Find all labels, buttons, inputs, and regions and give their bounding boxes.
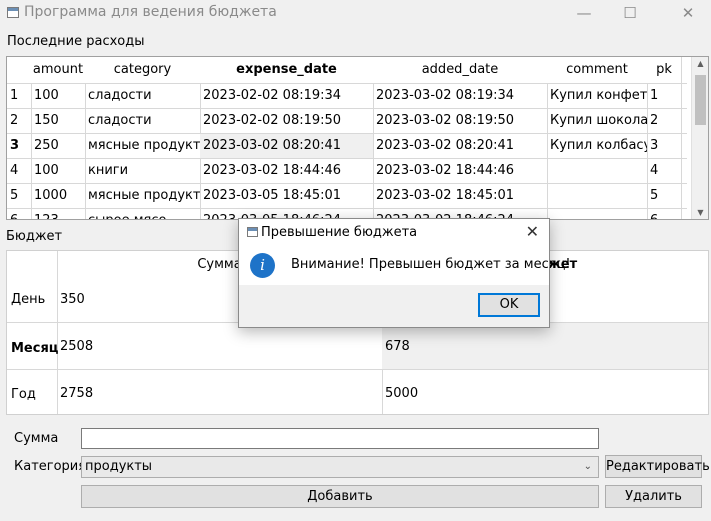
cell-expense-date[interactable]: 2023-03-02 18:44:46 — [200, 159, 373, 183]
row-label-day: День — [11, 292, 46, 307]
cell-pk[interactable]: 1 — [647, 84, 681, 108]
row-number: 2 — [10, 113, 19, 128]
cell-category[interactable]: мясные продукты — [85, 184, 200, 208]
row-number: 5 — [10, 188, 19, 203]
chevron-down-icon: ⌄ — [583, 461, 592, 472]
scroll-thumb[interactable] — [695, 75, 706, 125]
header-comment[interactable]: comment — [547, 57, 647, 83]
budget-exceeded-dialog[interactable]: Превышение бюджета ✕ i Внимание! Превыше… — [238, 218, 571, 328]
table-row[interactable]: 1 100 сладости 2023-02-02 08:19:34 2023-… — [7, 83, 687, 108]
category-label: Категория — [14, 459, 87, 474]
cell-expense-date[interactable]: 2023-03-05 18:45:01 — [200, 184, 373, 208]
expenses-label: Последние расходы — [7, 34, 145, 49]
cell-comment[interactable]: Купил колбасу — [547, 134, 647, 158]
table-row[interactable]: 5 1000 мясные продукты 2023-03-05 18:45:… — [7, 183, 687, 208]
cell-pk[interactable]: 4 — [647, 159, 681, 183]
cell-category[interactable]: сладости — [85, 84, 200, 108]
cell-comment[interactable] — [547, 159, 647, 183]
row-number: 1 — [10, 88, 19, 103]
cell-added-date[interactable]: 2023-03-02 08:19:50 — [373, 109, 547, 133]
sum-label: Сумма — [14, 431, 59, 446]
cell-added-date[interactable]: 2023-03-02 08:19:34 — [373, 84, 547, 108]
cell-category[interactable]: мясные продукты — [85, 134, 200, 158]
cell-amount[interactable]: 150 — [31, 109, 85, 133]
selected-cell-background — [382, 323, 708, 369]
row-number: 6 — [7, 209, 31, 219]
cell-added-date[interactable]: 2023-03-02 08:20:41 — [373, 134, 547, 158]
header-category[interactable]: category — [85, 57, 200, 83]
cell-pk[interactable]: 2 — [647, 109, 681, 133]
cell-pk[interactable]: 6 — [647, 209, 681, 219]
edit-button[interactable]: Редактировать — [605, 455, 710, 478]
row-number: 4 — [10, 163, 19, 178]
header-added-date[interactable]: added_date — [373, 57, 547, 83]
cell-amount[interactable]: 250 — [31, 134, 85, 158]
budget-row-month[interactable]: Месяц 2508 678 — [7, 322, 708, 369]
vertical-scrollbar[interactable]: ▲ ▼ — [691, 57, 708, 219]
category-value: продукты — [85, 459, 153, 474]
cell-month-budget[interactable]: 678 — [382, 339, 410, 354]
row-number: 3 — [10, 138, 20, 153]
info-icon: i — [250, 253, 275, 278]
cell-comment[interactable] — [547, 184, 647, 208]
cell-year-sum[interactable]: 2758 — [57, 386, 93, 401]
close-button[interactable]: ✕ — [665, 0, 711, 26]
cell-expense-date[interactable]: 2023-02-02 08:19:34 — [200, 84, 373, 108]
cell-comment[interactable]: Купил шоколад — [547, 109, 647, 133]
cell-expense-date[interactable]: 2023-02-02 08:19:50 — [200, 109, 373, 133]
cell-day-sum[interactable]: 350 — [57, 292, 85, 307]
cell-amount[interactable]: 1000 — [31, 184, 85, 208]
cell-category[interactable]: сырое мясо — [85, 209, 200, 219]
add-button[interactable]: Добавить — [81, 485, 599, 508]
cell-pk[interactable]: 3 — [647, 134, 681, 158]
window-title: Программа для ведения бюджета — [24, 4, 277, 20]
expenses-table[interactable]: amount category expense_date added_date … — [6, 56, 709, 220]
close-icon[interactable]: ✕ — [526, 222, 539, 241]
table-row[interactable]: 3 250 мясные продукты 2023-03-02 08:20:4… — [7, 133, 687, 158]
cell-month-sum[interactable]: 2508 — [57, 339, 93, 354]
maximize-button[interactable]: ☐ — [607, 0, 653, 26]
cell-expense-date-selected[interactable]: 2023-03-02 08:20:41 — [200, 134, 373, 158]
cell-amount[interactable]: 100 — [31, 159, 85, 183]
cell-pk[interactable]: 5 — [647, 184, 681, 208]
row-label-year: Год — [11, 387, 36, 402]
minimize-button[interactable]: — — [561, 0, 607, 26]
budget-label: Бюджет — [6, 229, 63, 244]
dialog-title: Превышение бюджета — [261, 225, 418, 240]
cell-year-budget[interactable]: 5000 — [382, 386, 418, 401]
ok-button[interactable]: OK — [478, 293, 540, 317]
sum-input[interactable] — [81, 428, 599, 449]
cell-comment[interactable] — [547, 209, 647, 219]
row-label-month: Месяц — [11, 341, 59, 356]
category-select[interactable]: продукты ⌄ — [81, 456, 599, 478]
cell-added-date[interactable]: 2023-03-02 18:44:46 — [373, 159, 547, 183]
header-amount[interactable]: amount — [31, 57, 85, 83]
dialog-message: Внимание! Превышен бюджет за месяц! — [291, 257, 571, 272]
app-icon — [7, 7, 19, 18]
header-expense-date[interactable]: expense_date — [200, 57, 373, 83]
cell-added-date[interactable]: 2023-03-02 18:45:01 — [373, 184, 547, 208]
table-row[interactable]: 2 150 сладости 2023-02-02 08:19:50 2023-… — [7, 108, 687, 133]
header-pk[interactable]: pk — [647, 57, 681, 83]
dialog-app-icon — [247, 227, 258, 237]
cell-amount[interactable]: 100 — [31, 84, 85, 108]
title-bar: Программа для ведения бюджета — ☐ ✕ — [0, 0, 711, 26]
cell-category[interactable]: сладости — [85, 109, 200, 133]
budget-row-year[interactable]: Год 2758 5000 — [7, 369, 708, 414]
scroll-up-arrow[interactable]: ▲ — [692, 59, 708, 68]
cell-amount[interactable]: 123 — [31, 209, 85, 219]
cell-category[interactable]: книги — [85, 159, 200, 183]
table-row[interactable]: 4 100 книги 2023-03-02 18:44:46 2023-03-… — [7, 158, 687, 183]
cell-comment[interactable]: Купил конфеты — [547, 84, 647, 108]
delete-button[interactable]: Удалить — [605, 485, 702, 508]
scroll-down-arrow[interactable]: ▼ — [692, 208, 708, 217]
